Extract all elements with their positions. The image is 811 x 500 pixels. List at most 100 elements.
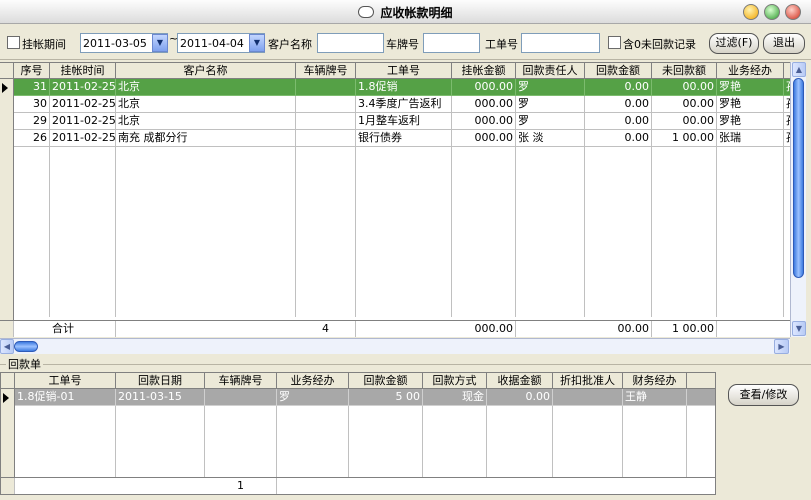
vertical-scrollbar[interactable]: ▲ ▼ bbox=[790, 62, 806, 337]
horizontal-scrollbar[interactable]: ◀ ▶ bbox=[0, 338, 790, 354]
table-cell[interactable]: 张瑞 bbox=[717, 130, 784, 147]
table-cell[interactable]: 26 bbox=[14, 130, 50, 147]
table-cell[interactable]: 2011-02-25 bbox=[50, 79, 116, 96]
exit-button[interactable]: 退出 bbox=[763, 33, 805, 54]
payment-cell[interactable] bbox=[205, 389, 277, 406]
table-cell[interactable]: 000.00 bbox=[452, 113, 516, 130]
payment-cell[interactable]: 2011-03-15 bbox=[116, 389, 205, 406]
zero-records-checkbox[interactable] bbox=[608, 36, 621, 49]
table-row[interactable]: 312011-02-25北京1.8促销000.00罗0.0000.00罗艳孩 bbox=[0, 79, 790, 96]
header-cell[interactable]: 财务经办 bbox=[623, 373, 687, 389]
table-cell[interactable]: 000.00 bbox=[452, 79, 516, 96]
payment-cell[interactable]: 王静 bbox=[623, 389, 687, 406]
customer-label: 客户名称 bbox=[268, 38, 312, 51]
close-icon[interactable] bbox=[785, 4, 801, 20]
table-cell[interactable]: 30 bbox=[14, 96, 50, 113]
table-cell[interactable]: 罗 bbox=[516, 96, 585, 113]
scroll-right-icon[interactable]: ▶ bbox=[774, 339, 789, 354]
header-cell[interactable]: 回款方式 bbox=[423, 373, 487, 389]
table-cell[interactable]: 0.00 bbox=[585, 96, 652, 113]
header-cell[interactable]: 车辆牌号 bbox=[205, 373, 277, 389]
table-cell[interactable]: 00.00 bbox=[652, 113, 717, 130]
payment-cell[interactable]: 现金 bbox=[423, 389, 487, 406]
payment-row[interactable]: 1.8促销-01 2011-03-15 罗 5 00 现金 0.00 王静 bbox=[1, 389, 715, 406]
payment-table: 工单号 回款日期 车辆牌号 业务经办 回款金额 回款方式 收据金额 折扣批准人 … bbox=[0, 372, 716, 495]
header-cell[interactable]: 车辆牌号 bbox=[296, 63, 356, 79]
header-cell[interactable]: 客户名称 bbox=[116, 63, 296, 79]
payment-cell[interactable]: 1.8促销-01 bbox=[15, 389, 116, 406]
scroll-up-icon[interactable]: ▲ bbox=[792, 62, 806, 77]
payment-cell[interactable] bbox=[687, 389, 715, 406]
table-row[interactable]: 292011-02-25北京1月整车返利000.00罗0.0000.00罗艳孩 bbox=[0, 113, 790, 130]
horizontal-scroll-thumb[interactable] bbox=[14, 341, 38, 352]
header-cell[interactable]: 回款金额 bbox=[349, 373, 423, 389]
table-cell[interactable]: 北京 bbox=[116, 96, 296, 113]
header-cell[interactable]: 序号 bbox=[14, 63, 50, 79]
payment-cell[interactable] bbox=[553, 389, 623, 406]
header-cell[interactable]: 业务经办 bbox=[277, 373, 349, 389]
payment-cell[interactable]: 0.00 bbox=[487, 389, 553, 406]
table-cell[interactable]: 张 淡 bbox=[516, 130, 585, 147]
minimize-icon[interactable] bbox=[743, 4, 759, 20]
table-cell[interactable]: 00.00 bbox=[652, 96, 717, 113]
header-cell[interactable]: 回款日期 bbox=[116, 373, 205, 389]
table-row[interactable]: 30 2011-02-25 北京 3.4季度广告返利 000.00 罗 0.00 00.00 罗… bbox=[0, 96, 790, 113]
table-cell[interactable] bbox=[296, 96, 356, 113]
table-cell[interactable]: 000.00 bbox=[452, 130, 516, 147]
table-row[interactable]: 26 2011-02-25 南充 成都分行 银行债券 000.00 张 淡 0.00 1 00… bbox=[0, 130, 790, 147]
period-checkbox[interactable] bbox=[7, 36, 20, 49]
table-cell[interactable]: 1 00.00 bbox=[652, 130, 717, 147]
table-cell[interactable]: 29 bbox=[14, 113, 50, 130]
filter-button[interactable]: 过滤(F) bbox=[709, 33, 759, 54]
header-cell[interactable]: 工单号 bbox=[356, 63, 452, 79]
table-cell[interactable]: 2011-02-25 bbox=[50, 130, 116, 147]
empty-cell bbox=[717, 147, 784, 164]
dropdown-arrow-icon[interactable]: ▼ bbox=[249, 34, 265, 52]
table-cell[interactable]: 0.00 bbox=[585, 130, 652, 147]
header-cell[interactable]: 业务经办 bbox=[717, 63, 784, 79]
table-cell[interactable]: 00.00 bbox=[652, 79, 717, 96]
header-cell[interactable]: 回款责任人 bbox=[516, 63, 585, 79]
empty-cell bbox=[516, 300, 585, 317]
table-cell[interactable]: 3.4季度广告返利 bbox=[356, 96, 452, 113]
vertical-scroll-thumb[interactable] bbox=[793, 78, 804, 278]
table-cell[interactable]: 2011-02-25 bbox=[50, 96, 116, 113]
table-cell[interactable]: 0.00 bbox=[585, 113, 652, 130]
table-cell[interactable]: 1.8促销 bbox=[356, 79, 452, 96]
table-cell[interactable] bbox=[296, 79, 356, 96]
header-cell[interactable]: 工单号 bbox=[15, 373, 116, 389]
header-cell[interactable]: 折扣批准人 bbox=[553, 373, 623, 389]
customer-input[interactable] bbox=[317, 33, 384, 53]
table-cell[interactable] bbox=[296, 130, 356, 147]
scroll-left-icon[interactable]: ◀ bbox=[0, 339, 14, 354]
table-cell[interactable]: 1月整车返利 bbox=[356, 113, 452, 130]
table-cell[interactable]: 罗艳 bbox=[717, 79, 784, 96]
table-cell[interactable]: 2011-02-25 bbox=[50, 113, 116, 130]
table-cell[interactable]: 罗艳 bbox=[717, 96, 784, 113]
view-edit-button[interactable]: 查看/修改 bbox=[728, 384, 799, 406]
table-cell[interactable]: 罗艳 bbox=[717, 113, 784, 130]
table-cell[interactable]: 000.00 bbox=[452, 96, 516, 113]
table-cell[interactable]: 北京 bbox=[116, 113, 296, 130]
table-cell[interactable]: 0.00 bbox=[585, 79, 652, 96]
order-input[interactable] bbox=[521, 33, 600, 53]
scroll-down-icon[interactable]: ▼ bbox=[792, 321, 806, 336]
header-cell[interactable]: 未回款额 bbox=[652, 63, 717, 79]
table-cell[interactable]: 31 bbox=[14, 79, 50, 96]
dropdown-arrow-icon[interactable]: ▼ bbox=[152, 34, 168, 52]
table-cell[interactable]: 罗 bbox=[516, 113, 585, 130]
header-cell[interactable]: 回款金额 bbox=[585, 63, 652, 79]
header-cell[interactable]: 收据金额 bbox=[487, 373, 553, 389]
payment-cell[interactable]: 5 00 bbox=[349, 389, 423, 406]
table-cell[interactable]: 北京 bbox=[116, 79, 296, 96]
table-cell[interactable]: 南充 成都分行 bbox=[116, 130, 296, 147]
table-cell[interactable]: 罗 bbox=[516, 79, 585, 96]
plate-input[interactable] bbox=[423, 33, 480, 53]
header-cell[interactable]: 挂帐时间 bbox=[50, 63, 116, 79]
payment-cell[interactable]: 罗 bbox=[277, 389, 349, 406]
table-cell[interactable] bbox=[296, 113, 356, 130]
empty-cell bbox=[14, 181, 50, 198]
header-cell[interactable]: 挂帐金额 bbox=[452, 63, 516, 79]
maximize-icon[interactable] bbox=[764, 4, 780, 20]
table-cell[interactable]: 银行债券 bbox=[356, 130, 452, 147]
